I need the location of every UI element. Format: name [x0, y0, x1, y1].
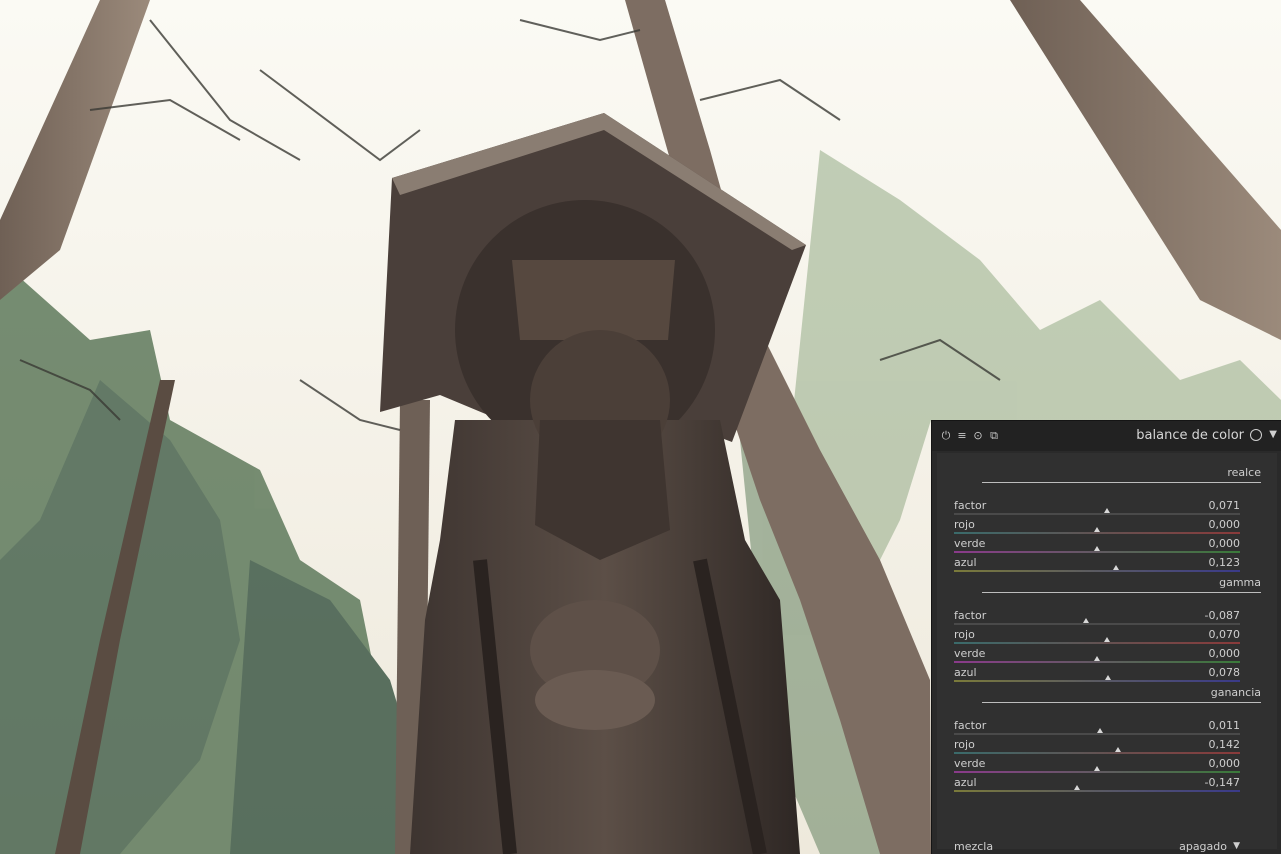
slider-value[interactable]: 0,070 [1209, 628, 1241, 641]
blend-label: mezcla [954, 840, 994, 853]
slider-gamma-azul[interactable] [954, 680, 1240, 682]
slider-label-verde: verde [954, 757, 986, 770]
slider-value[interactable]: 0,011 [1209, 719, 1241, 732]
section-divider [982, 702, 1261, 703]
slider-thumb[interactable] [1094, 766, 1100, 771]
slider-thumb[interactable] [1096, 728, 1103, 733]
slider-label-verde: verde [954, 537, 986, 550]
slider-thumb[interactable] [1073, 785, 1080, 790]
triangle-down-icon[interactable]: ▼ [1269, 428, 1277, 442]
slider-label-azul: azul [954, 776, 977, 789]
slider-thumb[interactable] [1105, 675, 1112, 680]
slider-realce-rojo[interactable] [954, 532, 1240, 534]
slider-thumb[interactable] [1094, 656, 1100, 661]
color-balance-module: ⏻ ≡ ⊙ ⧉ balance de color ▼ realce factor 0… [931, 420, 1281, 854]
slider-thumb[interactable] [1082, 618, 1089, 623]
slider-value[interactable]: 0,123 [1209, 556, 1241, 569]
slider-label-rojo: rojo [954, 628, 975, 641]
slider-value[interactable]: -0,087 [1205, 609, 1240, 622]
section-title-realce: realce [1227, 466, 1261, 479]
module-title: balance de color [1136, 428, 1244, 443]
module-header[interactable]: ⏻ ≡ ⊙ ⧉ balance de color ▼ [932, 421, 1281, 451]
slider-label-rojo: rojo [954, 518, 975, 531]
section-divider [982, 592, 1261, 593]
slider-thumb[interactable] [1094, 546, 1100, 551]
menu-icon[interactable]: ≡ [956, 429, 968, 443]
slider-value[interactable]: 0,000 [1209, 757, 1241, 770]
power-icon[interactable]: ⏻ [940, 429, 952, 443]
slider-label-factor: factor [954, 719, 987, 732]
blend-mode-dropdown[interactable]: apagado [1179, 840, 1227, 853]
slider-value[interactable]: 0,071 [1209, 499, 1241, 512]
slider-thumb[interactable] [1094, 527, 1100, 532]
slider-value[interactable]: 0,142 [1209, 738, 1241, 751]
slider-value[interactable]: 0,000 [1209, 537, 1241, 550]
slider-ganancia-rojo[interactable] [954, 752, 1240, 754]
slider-thumb[interactable] [1115, 747, 1122, 752]
slider-label-azul: azul [954, 556, 977, 569]
slider-value[interactable]: 0,000 [1209, 647, 1241, 660]
slider-realce-factor[interactable] [954, 513, 1240, 515]
slider-realce-azul[interactable] [954, 570, 1240, 572]
section-divider [982, 482, 1261, 483]
slider-value[interactable]: -0,147 [1205, 776, 1240, 789]
reset-icon[interactable]: ⊙ [972, 429, 984, 443]
slider-thumb[interactable] [1104, 637, 1110, 642]
slider-ganancia-azul[interactable] [954, 790, 1240, 792]
slider-ganancia-verde[interactable] [954, 771, 1240, 773]
slider-label-factor: factor [954, 499, 987, 512]
section-title-gamma: gamma [1219, 576, 1261, 589]
section-title-ganancia: ganancia [1210, 686, 1261, 699]
slider-value[interactable]: 0,078 [1209, 666, 1241, 679]
slider-gamma-factor[interactable] [954, 623, 1240, 625]
slider-label-verde: verde [954, 647, 986, 660]
slider-gamma-rojo[interactable] [954, 642, 1240, 644]
module-body: realce factor 0,071 rojo 0,000 verde 0,000 azul… [937, 453, 1277, 853]
slider-gamma-verde[interactable] [954, 661, 1240, 663]
slider-ganancia-factor[interactable] [954, 733, 1240, 735]
slider-label-azul: azul [954, 666, 977, 679]
duplicate-icon[interactable]: ⧉ [988, 429, 1000, 443]
dropdown-arrow-icon[interactable]: ▼ [1233, 840, 1240, 853]
slider-value[interactable]: 0,000 [1209, 518, 1241, 531]
circle-icon[interactable] [1250, 429, 1262, 441]
slider-thumb[interactable] [1112, 565, 1119, 570]
slider-realce-verde[interactable] [954, 551, 1240, 553]
slider-thumb[interactable] [1104, 508, 1110, 513]
slider-label-factor: factor [954, 609, 987, 622]
slider-label-rojo: rojo [954, 738, 975, 751]
